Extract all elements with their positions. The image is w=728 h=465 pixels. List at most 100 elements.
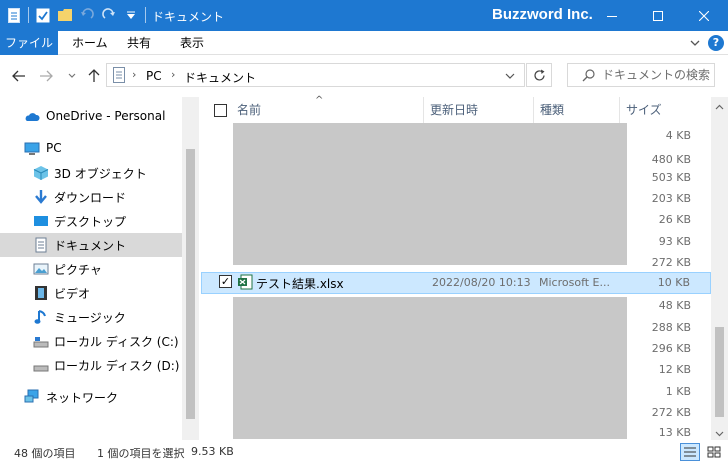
details-view-button[interactable] bbox=[680, 443, 700, 461]
file-modified: 2022/08/20 10:13 bbox=[432, 276, 531, 289]
download-icon bbox=[33, 189, 49, 205]
file-row[interactable]: 203 KB bbox=[201, 189, 711, 209]
toolbar-separator bbox=[28, 7, 29, 23]
tab-file[interactable]: ファイル bbox=[0, 31, 58, 55]
item-count: 48 個の項目 bbox=[14, 447, 76, 460]
file-row-selected[interactable]: ✓ テスト結果.xlsx 2022/08/20 10:13 Microsoft … bbox=[201, 272, 711, 294]
large-icons-view-button[interactable] bbox=[704, 443, 724, 461]
file-size: 93 KB bbox=[658, 235, 691, 248]
back-button[interactable] bbox=[11, 68, 27, 84]
video-icon bbox=[33, 285, 49, 301]
selection-size: 9.53 KB bbox=[191, 445, 234, 458]
file-row[interactable]: 503 KB bbox=[201, 168, 711, 188]
tab-share[interactable]: 共有 bbox=[117, 31, 161, 55]
refresh-button[interactable] bbox=[526, 63, 552, 87]
pc-icon bbox=[24, 141, 40, 157]
scroll-down-icon[interactable] bbox=[715, 427, 724, 437]
tab-home[interactable]: ホーム bbox=[62, 31, 118, 55]
column-type[interactable]: 種類 bbox=[534, 97, 620, 123]
sidebar-item-label: 3D オブジェクト bbox=[54, 167, 147, 181]
sidebar-item-network[interactable]: ネットワーク bbox=[0, 385, 182, 409]
sidebar-item-label: ローカル ディスク (D:) bbox=[54, 359, 180, 373]
file-list-scrollbar[interactable] bbox=[711, 97, 728, 440]
ribbon-tabs: ファイル ホーム 共有 表示 ? bbox=[0, 31, 728, 55]
scroll-up-icon[interactable] bbox=[715, 101, 724, 110]
undo-icon[interactable] bbox=[79, 6, 95, 24]
up-button[interactable] bbox=[86, 68, 102, 84]
sidebar-item-label: PC bbox=[46, 141, 62, 155]
search-input[interactable] bbox=[602, 67, 712, 83]
file-row[interactable]: 26 KB bbox=[201, 210, 711, 230]
minimize-button[interactable] bbox=[589, 0, 635, 31]
row-checkbox[interactable]: ✓ bbox=[219, 275, 232, 288]
file-size: 480 KB bbox=[651, 153, 691, 166]
file-row[interactable]: 296 KB bbox=[201, 339, 711, 359]
properties-icon[interactable] bbox=[35, 6, 51, 24]
customize-toolbar-icon[interactable] bbox=[123, 6, 139, 24]
file-row[interactable]: 272 KB bbox=[201, 253, 711, 273]
file-size: 203 KB bbox=[651, 192, 691, 205]
expand-ribbon-icon[interactable] bbox=[688, 36, 702, 50]
address-bar[interactable]: › PC › ドキュメント bbox=[106, 63, 525, 87]
maximize-button[interactable] bbox=[635, 0, 681, 31]
file-row[interactable]: 4 KB bbox=[201, 126, 711, 146]
file-size: 1 KB bbox=[665, 385, 691, 398]
sidebar-item-label: ローカル ディスク (C:) bbox=[54, 335, 179, 349]
redo-icon[interactable] bbox=[101, 6, 117, 24]
file-row[interactable]: 12 KB bbox=[201, 360, 711, 380]
up-arrow-icon bbox=[88, 69, 100, 82]
file-row[interactable]: 272 KB bbox=[201, 403, 711, 423]
sidebar-item-videos[interactable]: ビデオ bbox=[0, 281, 182, 305]
new-folder-icon[interactable] bbox=[57, 6, 73, 24]
file-size: 288 KB bbox=[651, 321, 691, 334]
sidebar-item-desktop[interactable]: デスクトップ bbox=[0, 209, 182, 233]
desktop-icon bbox=[33, 213, 49, 229]
refresh-icon bbox=[533, 69, 545, 81]
excel-file-icon bbox=[237, 274, 253, 290]
sidebar-item-pictures[interactable]: ピクチャ bbox=[0, 257, 182, 281]
sidebar-item-music[interactable]: ミュージック bbox=[0, 305, 182, 329]
breadcrumb-chevron-icon[interactable]: › bbox=[132, 68, 136, 81]
navigation-pane-scrollbar[interactable] bbox=[182, 97, 199, 440]
select-all-checkbox[interactable] bbox=[214, 104, 227, 117]
column-modified[interactable]: 更新日時 bbox=[424, 97, 534, 123]
address-dropdown-icon[interactable] bbox=[505, 70, 515, 84]
search-box[interactable] bbox=[567, 63, 715, 87]
file-row[interactable]: 48 KB bbox=[201, 296, 711, 316]
sidebar-item-drive-c[interactable]: ローカル ディスク (C:) bbox=[0, 329, 182, 353]
sidebar-item-label: ダウンロード bbox=[54, 191, 127, 205]
breadcrumb-chevron-icon[interactable]: › bbox=[171, 68, 175, 81]
sidebar-item-label: OneDrive - Personal bbox=[46, 109, 166, 123]
forward-arrow-icon bbox=[40, 70, 53, 82]
sidebar-item-label: デスクトップ bbox=[54, 215, 127, 229]
file-row[interactable]: 288 KB bbox=[201, 318, 711, 338]
sidebar-item-downloads[interactable]: ダウンロード bbox=[0, 185, 182, 209]
file-row[interactable]: 480 KB bbox=[201, 150, 711, 170]
column-size[interactable]: サイズ bbox=[620, 97, 711, 123]
column-name[interactable]: 名前 bbox=[231, 97, 424, 123]
file-size: 13 KB bbox=[658, 426, 691, 439]
file-size: 10 KB bbox=[657, 276, 690, 289]
drive-icon bbox=[33, 357, 49, 373]
help-icon[interactable]: ? bbox=[708, 35, 724, 51]
sidebar-item-3d-objects[interactable]: 3D オブジェクト bbox=[0, 161, 182, 185]
sidebar-item-pc[interactable]: PC bbox=[0, 137, 182, 161]
scrollbar-thumb[interactable] bbox=[715, 327, 724, 417]
sidebar-item-documents[interactable]: ドキュメント bbox=[0, 233, 182, 257]
file-size: 48 KB bbox=[658, 299, 691, 312]
quick-access-toolbar bbox=[6, 6, 146, 24]
recent-locations-button[interactable] bbox=[64, 68, 80, 84]
sidebar-item-onedrive[interactable]: OneDrive - Personal bbox=[0, 105, 182, 129]
tab-view[interactable]: 表示 bbox=[170, 31, 214, 55]
forward-button[interactable] bbox=[38, 68, 54, 84]
breadcrumb-pc[interactable]: PC bbox=[146, 69, 162, 83]
close-button[interactable] bbox=[681, 0, 727, 31]
file-name: テスト結果.xlsx bbox=[256, 277, 344, 291]
file-row[interactable]: 93 KB bbox=[201, 232, 711, 252]
scrollbar-thumb[interactable] bbox=[186, 149, 195, 419]
file-row[interactable]: 1 KB bbox=[201, 382, 711, 402]
sidebar-item-drive-d[interactable]: ローカル ディスク (D:) bbox=[0, 353, 182, 377]
pictures-icon bbox=[33, 261, 49, 277]
back-arrow-icon bbox=[12, 70, 25, 82]
breadcrumb-documents[interactable]: ドキュメント bbox=[184, 69, 256, 86]
